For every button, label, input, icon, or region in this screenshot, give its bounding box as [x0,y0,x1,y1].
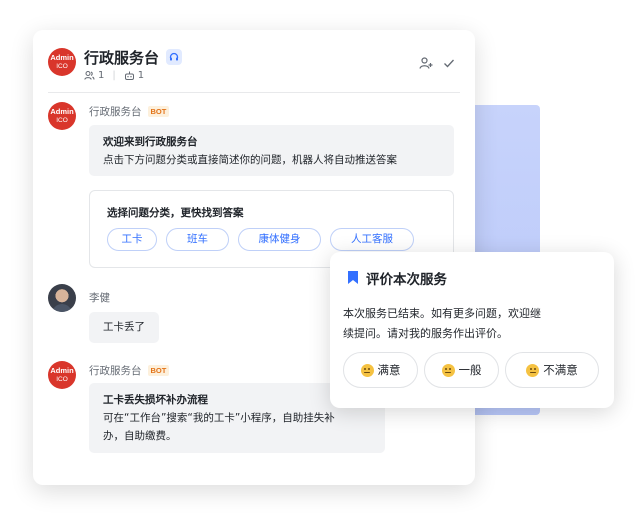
category-chips: 工卡 班车 康体健身 人工客服 [107,228,414,251]
chat-title: 行政服务台 [84,49,160,67]
bot-tag: BOT [147,106,170,117]
message-sender: 行政服务台 BOT [89,104,170,119]
answer-text-line2: 办，自助缴费。 [103,430,177,442]
message-sender: 行政服务台 BOT [89,363,170,378]
bot-avatar[interactable]: Admin ICO [48,102,76,130]
members-icon [84,71,95,80]
welcome-bubble: 欢迎来到行政服务台 点击下方问题分类或直接简述你的问题，机器人将自动推送答案 [89,125,454,176]
bookmark-icon [348,271,358,284]
smiley-emoji-icon [360,363,374,377]
smiley-emoji-icon [441,363,455,377]
rating-neutral-button[interactable]: 一般 [424,352,499,388]
smiley-emoji-icon [526,363,540,377]
rating-card: 评价本次服务 本次服务已结束。如有更多问题，欢迎继 续提问。请对我的服务作出评价… [330,252,614,408]
member-count: 1 [98,70,105,81]
rating-title: 评价本次服务 [366,272,447,288]
bot-count: 1 [137,70,145,81]
check-icon[interactable] [443,56,455,70]
avatar-text: Admin [50,107,74,116]
user-message-text: 工卡丢了 [103,321,145,333]
welcome-title: 欢迎来到行政服务台 [103,136,198,148]
avatar-subtext: ICO [56,117,68,124]
bot-avatar[interactable]: Admin ICO [48,361,76,389]
group-avatar[interactable]: Admin ICO [48,48,76,76]
category-chip-gongka[interactable]: 工卡 [107,228,157,251]
chat-meta: 1 | 1 [84,70,144,81]
sender-name: 行政服务台 [89,365,142,377]
avatar-text: Admin [50,53,74,62]
add-member-icon[interactable] [419,56,433,70]
bot-icon [124,71,134,80]
category-chip-banche[interactable]: 班车 [166,228,229,251]
welcome-text: 点击下方问题分类或直接简述你的问题，机器人将自动推送答案 [103,154,397,166]
avatar-subtext: ICO [56,376,68,383]
support-headset-icon [166,49,182,65]
avatar-text: Admin [50,366,74,375]
category-chip-human-service[interactable]: 人工客服 [330,228,414,251]
rating-option-label: 满意 [377,363,401,377]
avatar-subtext: ICO [56,63,68,70]
header-actions [419,56,455,70]
rating-satisfied-button[interactable]: 满意 [343,352,418,388]
user-sender-name: 李健 [89,292,110,304]
category-card-title: 选择问题分类，更快找到答案 [107,207,244,219]
bot-tag: BOT [147,365,170,376]
rating-unsatisfied-button[interactable]: 不满意 [505,352,599,388]
rating-option-label: 不满意 [543,363,578,377]
rating-options: 满意 一般 不满意 [343,352,599,388]
answer-text-line1: 可在“工作台”搜索“我的工卡”小程序，自助挂失补 [103,412,335,424]
rating-body-line2: 续提问。请对我的服务作出评价。 [343,327,508,340]
rating-body-line1: 本次服务已结束。如有更多问题，欢迎继 [343,307,541,320]
category-chip-fitness[interactable]: 康体健身 [238,228,321,251]
sender-name: 行政服务台 [89,106,142,118]
meta-separator: | [112,70,116,81]
user-message-bubble: 工卡丢了 [89,312,159,343]
chat-header: Admin ICO 行政服务台 1 | 1 [33,30,475,92]
rating-body: 本次服务已结束。如有更多问题，欢迎继 续提问。请对我的服务作出评价。 [343,304,605,344]
rating-option-label: 一般 [458,363,482,377]
header-divider [48,92,460,93]
user-avatar[interactable] [48,284,76,312]
